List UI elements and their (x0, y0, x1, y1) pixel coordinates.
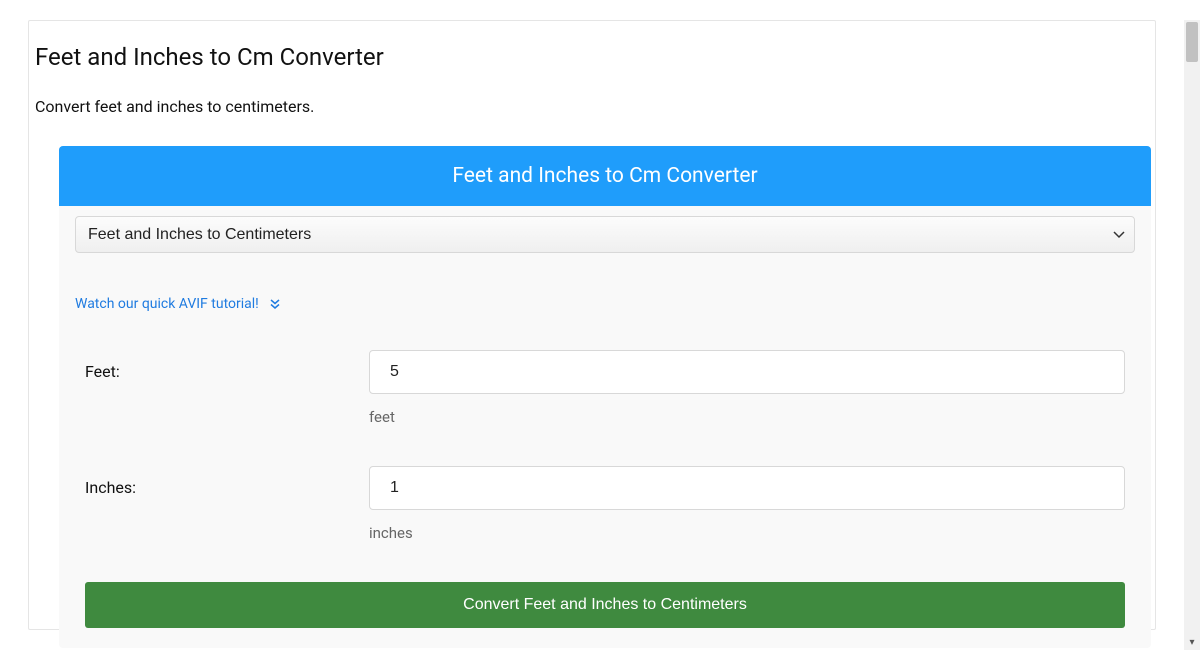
tutorial-link[interactable]: Watch our quick AVIF tutorial! (75, 296, 281, 312)
scrollbar-track[interactable]: ▾ (1184, 20, 1200, 650)
conversion-select-wrap: Feet and Inches to Centimeters (75, 216, 1135, 253)
inches-label: Inches: (75, 466, 369, 497)
page-title: Feet and Inches to Cm Converter (29, 21, 1155, 71)
feet-hint: feet (369, 408, 1125, 426)
inches-hint: inches (369, 524, 1125, 542)
tutorial-link-label: Watch our quick AVIF tutorial! (75, 296, 259, 312)
page-subtitle: Convert feet and inches to centimeters. (29, 71, 1155, 116)
card-header: Feet and Inches to Cm Converter (59, 146, 1151, 206)
scrollbar-arrow-down-icon[interactable]: ▾ (1186, 636, 1198, 648)
inches-input[interactable] (369, 466, 1125, 510)
converter-card: Feet and Inches to Cm Converter Feet and… (59, 146, 1151, 648)
feet-label: Feet: (75, 350, 369, 381)
card-body: Feet and Inches to Centimeters Watch our… (59, 206, 1151, 648)
inches-row: Inches: inches (75, 466, 1135, 542)
feet-input[interactable] (369, 350, 1125, 394)
feet-row: Feet: feet (75, 350, 1135, 426)
main-card: Feet and Inches to Cm Converter Convert … (28, 20, 1156, 630)
scrollbar-thumb[interactable] (1186, 22, 1198, 62)
conversion-type-select[interactable]: Feet and Inches to Centimeters (75, 216, 1135, 253)
chevrons-down-icon (269, 298, 281, 310)
feet-input-col: feet (369, 350, 1135, 426)
convert-button[interactable]: Convert Feet and Inches to Centimeters (85, 582, 1125, 628)
inches-input-col: inches (369, 466, 1135, 542)
